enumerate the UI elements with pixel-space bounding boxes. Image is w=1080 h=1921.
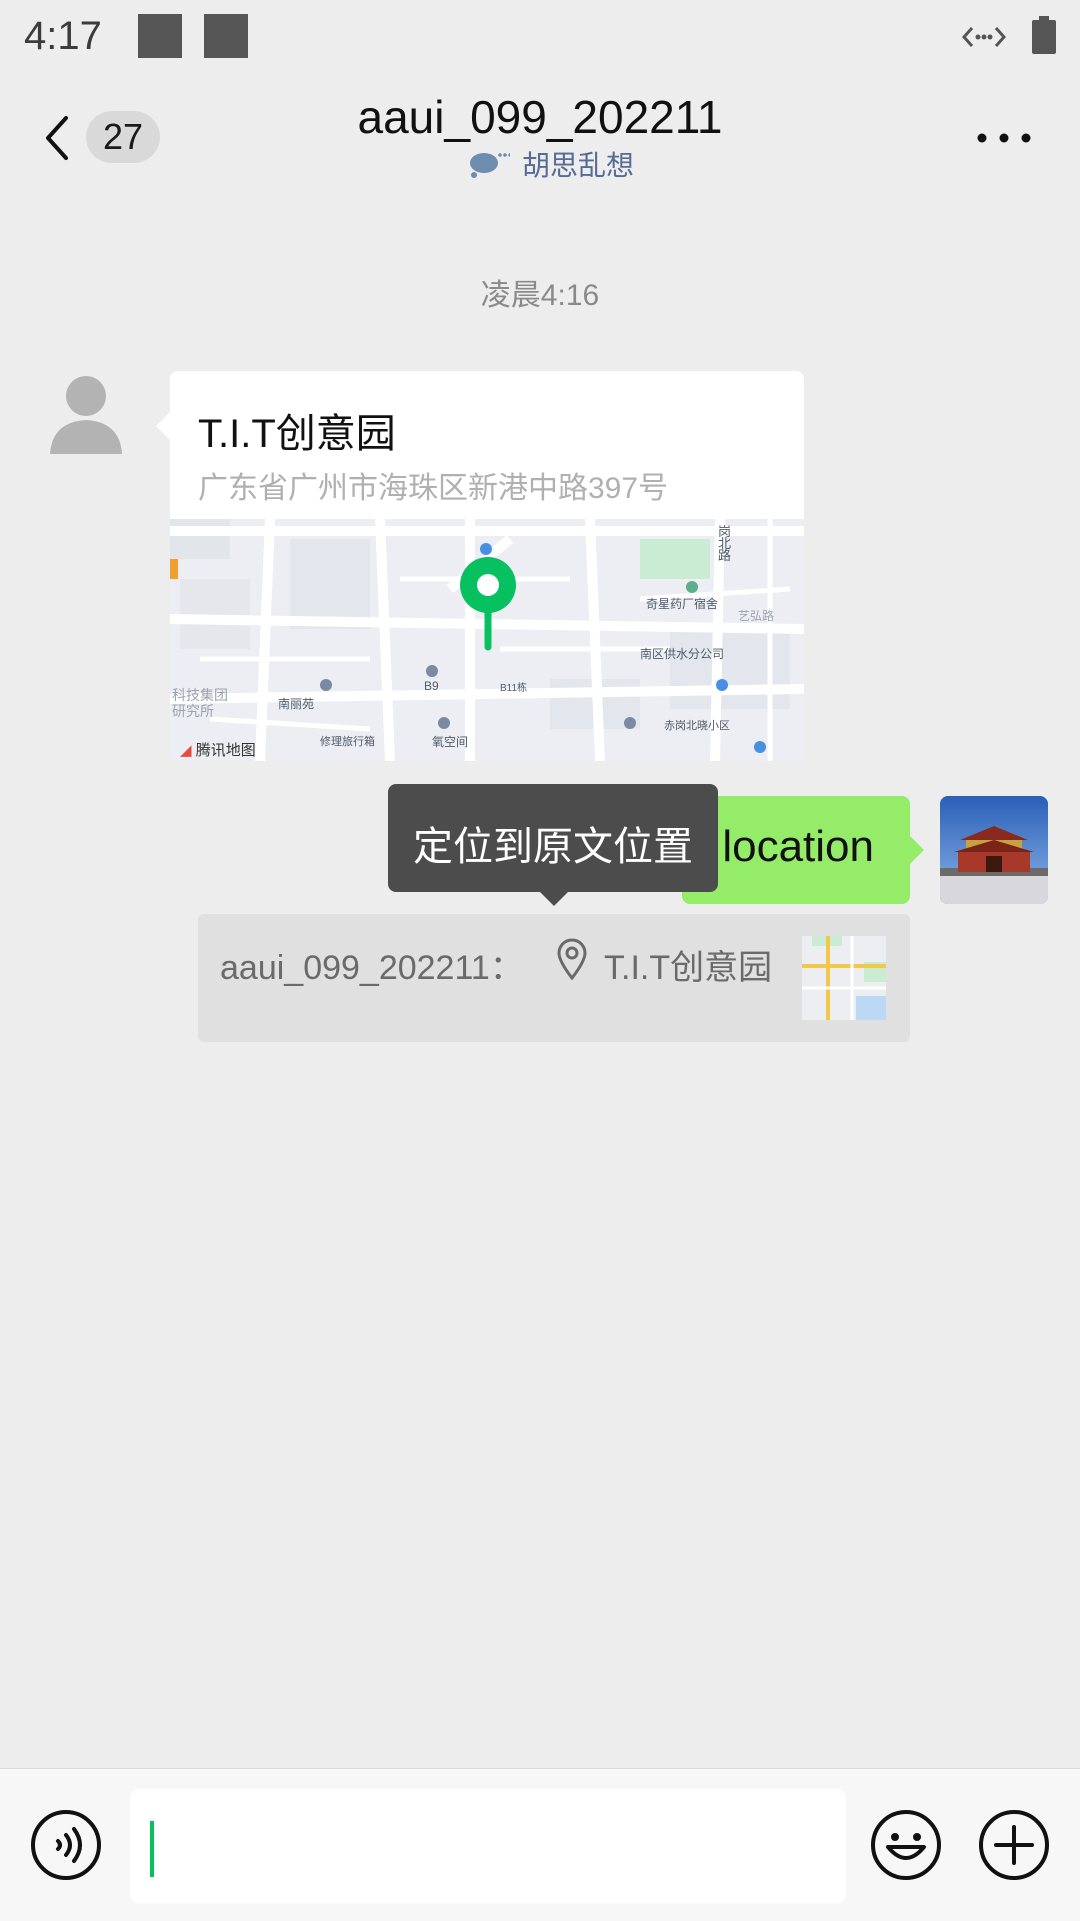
map-label: 路 <box>718 548 732 563</box>
map-label: 艺弘路 <box>738 609 775 623</box>
my-avatar[interactable] <box>940 796 1048 904</box>
chat-title: aaui_099_202211 <box>357 91 723 143</box>
map-label: B11栋 <box>500 683 528 694</box>
status-bar: 4:17 <box>0 0 1080 72</box>
map-label: 氧空间 <box>432 735 469 749</box>
my-message-text: location <box>722 822 874 871</box>
quote-sender: aaui_099_202211： <box>220 949 524 987</box>
location-message-card[interactable]: T.I.T创意园 广东省广州市海珠区新港中路397号 奇星药厂宿舍 艺弘路 南区… <box>170 371 804 761</box>
contact-avatar[interactable] <box>48 370 124 458</box>
data-transfer-icon <box>962 27 1006 47</box>
map-label: 南区供水分公司 <box>640 647 725 661</box>
tencent-map-logo-icon: ◢ <box>180 742 192 759</box>
voice-input-icon[interactable] <box>30 1809 102 1881</box>
location-address: 广东省广州市海珠区新港中路397号 <box>198 472 669 505</box>
map-label: 研究所 <box>172 703 214 719</box>
location-pin-icon <box>557 938 587 980</box>
quoted-message[interactable]: aaui_099_202211： T.I.T创意园 <box>198 914 910 1042</box>
more-options-icon[interactable] <box>976 130 1032 146</box>
location-map: 奇星药厂宿舍 艺弘路 南区供水分公司 B9 B11栋 南丽苑 修理旅行箱 氧空间… <box>170 519 804 761</box>
map-label: 奇星药厂宿舍 <box>646 597 719 611</box>
bubble-arrow <box>910 836 924 864</box>
locate-original-tooltip[interactable]: 定位到原文位置 <box>388 784 718 892</box>
notification-icon <box>204 14 248 58</box>
input-bar <box>0 1768 1080 1921</box>
status-text: 胡思乱想 <box>522 150 635 181</box>
map-label: 南丽苑 <box>278 697 315 711</box>
quote-location-name: T.I.T创意园 <box>604 949 773 987</box>
my-avatar-image <box>940 796 1048 904</box>
map-label: 修理旅行箱 <box>320 736 375 748</box>
tooltip-text: 定位到原文位置 <box>413 825 693 869</box>
chat-status: 胡思乱想 <box>466 146 634 182</box>
bubble-arrow <box>156 412 170 440</box>
thinking-cloud-icon <box>470 153 510 178</box>
map-label: 赤岗北晓小区 <box>664 720 730 732</box>
map-brand: ◢ 腾讯地图 <box>180 739 256 760</box>
map-thumbnail <box>802 936 886 1020</box>
tooltip-arrow <box>540 892 568 906</box>
text-cursor <box>150 1821 154 1877</box>
notification-icon <box>138 14 182 58</box>
emoji-icon[interactable] <box>870 1809 942 1881</box>
message-timestamp: 凌晨4:16 <box>480 279 600 312</box>
map-brand-text: 腾讯地图 <box>195 742 256 759</box>
status-time: 4:17 <box>24 14 102 58</box>
plus-icon[interactable] <box>978 1809 1050 1881</box>
battery-icon <box>1032 16 1056 54</box>
map-label: B9 <box>424 679 439 693</box>
message-input[interactable] <box>130 1789 846 1903</box>
location-name: T.I.T创意园 <box>198 412 396 456</box>
